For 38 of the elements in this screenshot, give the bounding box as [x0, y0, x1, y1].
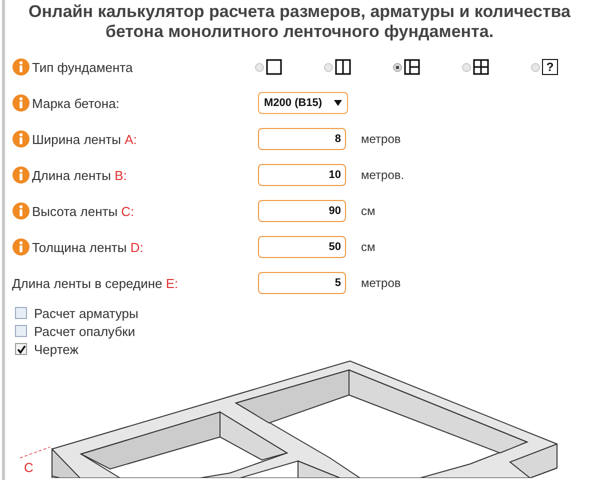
- field-label: Длина ленты в середине E:: [12, 276, 178, 290]
- checkbox-label: Расчет арматуры: [34, 306, 138, 320]
- leader-line: [20, 446, 50, 458]
- caret-icon: [334, 100, 342, 106]
- unit-label: см: [361, 204, 376, 218]
- radio-button[interactable]: [324, 62, 333, 72]
- custom-plan-option[interactable]: ?: [542, 59, 558, 75]
- radio-button[interactable]: [531, 62, 540, 72]
- field-label: Высота ленты C:: [32, 204, 134, 218]
- page-title: Онлайн калькулятор расчета размеров, арматуры и количества бетона монолитного ленточного фундамента.: [28, 1, 572, 42]
- input-field[interactable]: 8: [258, 128, 346, 150]
- unit-label: метров: [361, 132, 401, 146]
- unit-label: см: [361, 240, 376, 254]
- field-label: Тип фундамента: [32, 60, 133, 74]
- checkbox[interactable]: [15, 325, 27, 337]
- checkbox-label: Расчет опалубки: [34, 324, 136, 338]
- input-field[interactable]: 10: [258, 164, 346, 186]
- four-room-plan-icon: [473, 59, 489, 75]
- checkbox-label: Чертеж: [34, 342, 78, 356]
- radio-button[interactable]: [255, 62, 264, 72]
- grade-dropdown[interactable]: M200 (B15): [258, 92, 348, 114]
- dimension-label: C: [24, 460, 34, 475]
- input-field[interactable]: 50: [258, 236, 346, 258]
- radio-button[interactable]: [393, 62, 402, 72]
- two-room-plan-icon: [335, 59, 351, 75]
- field-label: Длина ленты B:: [32, 168, 127, 182]
- field-label: Ширина ленты A:: [32, 132, 137, 146]
- input-field[interactable]: 5: [258, 272, 346, 294]
- unit-label: метров.: [361, 168, 404, 182]
- field-label: Марка бетона:: [32, 96, 120, 110]
- square-plan-icon: [266, 59, 282, 75]
- field-label: Толщина ленты D:: [32, 240, 144, 254]
- three-room-plan-icon: [404, 59, 420, 75]
- unit-label: метров: [361, 276, 401, 290]
- input-field[interactable]: 90: [258, 200, 346, 222]
- checkbox[interactable]: [15, 343, 27, 355]
- radio-button[interactable]: [462, 62, 471, 72]
- checkbox[interactable]: [15, 307, 27, 319]
